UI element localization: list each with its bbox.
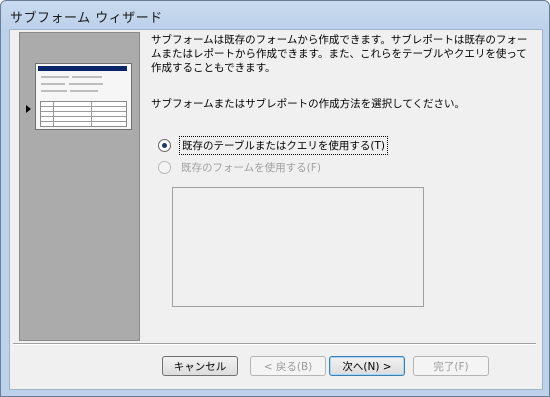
next-button[interactable]: 次へ(N) > (329, 356, 405, 376)
window-title: サブフォーム ウィザード (10, 11, 163, 26)
wizard-window: サブフォーム ウィザード サブフォームは既存のフォームから作成できます。サブレポ… (0, 0, 550, 397)
form-with-subform-illustration (35, 63, 132, 130)
radio-button-disabled (158, 160, 171, 174)
illustration-line (72, 76, 102, 78)
pointer-arrow-icon (26, 105, 31, 113)
wizard-prompt: サブフォームまたはサブレポートの作成方法を選択してください。 (151, 98, 466, 110)
wizard-client-area: サブフォームは既存のフォームから作成できます。サブレポートは既存のフォームまたは… (9, 29, 543, 390)
finish-button: 完了(F) (413, 356, 489, 376)
illustration-line (41, 90, 67, 92)
option-existing-table-or-query[interactable]: 既存のテーブルまたはクエリを使用する(T) (158, 135, 388, 155)
wizard-description: サブフォームは既存のフォームから作成できます。サブレポートは既存のフォームまたは… (151, 34, 528, 74)
option-existing-form: 既存のフォームを使用する(F) (158, 159, 323, 175)
illustration-line (41, 76, 69, 78)
subform-grid-illustration (40, 101, 127, 127)
back-button: < 戻る(B) (250, 356, 326, 376)
button-separator (13, 343, 536, 345)
form-list-box (172, 187, 424, 307)
illustration-line (69, 83, 103, 85)
option-label: 既存のフォームを使用する(F) (181, 161, 321, 174)
wizard-illustration-panel (19, 32, 140, 341)
title-bar: サブフォーム ウィザード (1, 1, 549, 29)
illustration-line (41, 83, 65, 85)
illustration-title-bar (38, 66, 127, 71)
radio-button-selected[interactable] (158, 138, 171, 152)
cancel-button[interactable]: キャンセル (162, 356, 238, 376)
option-label[interactable]: 既存のテーブルまたはクエリを使用する(T) (179, 135, 388, 155)
illustration-line (70, 90, 98, 92)
